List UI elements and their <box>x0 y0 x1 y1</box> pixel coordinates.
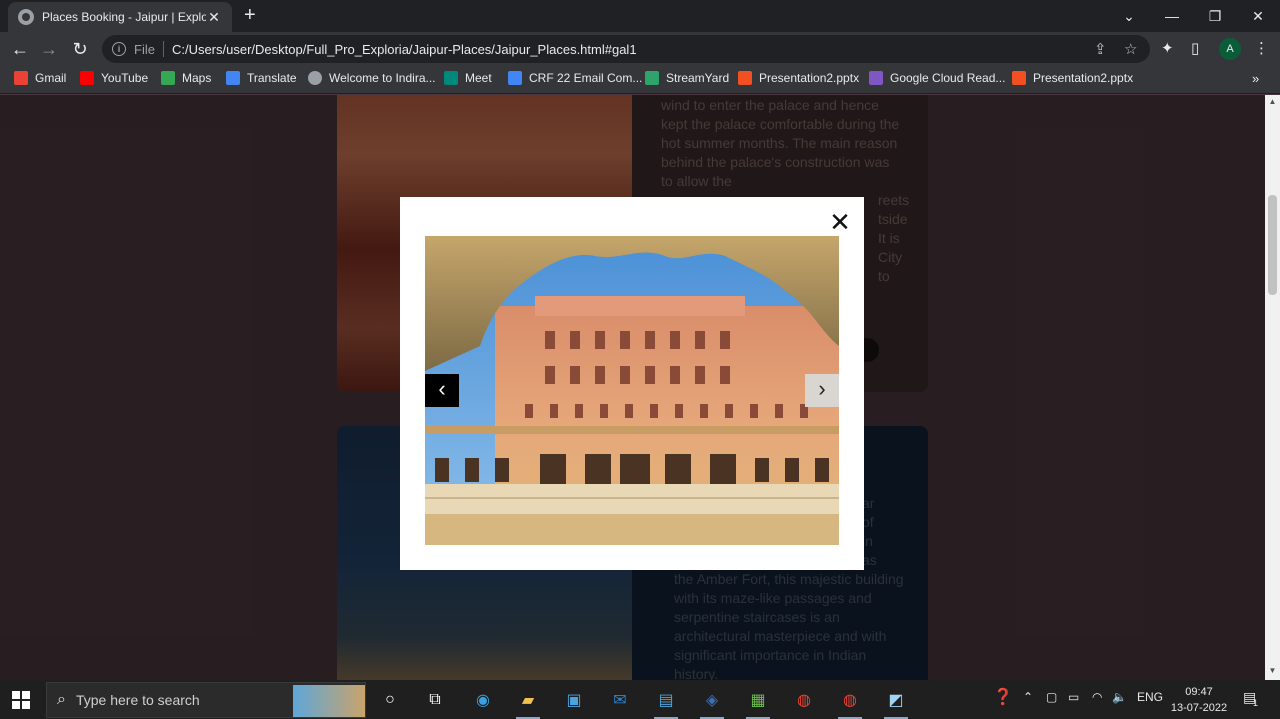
bookmark-presentation2-b[interactable]: Presentation2.pptx <box>1012 71 1133 85</box>
gmail-icon <box>14 71 28 85</box>
new-tab-button[interactable]: + <box>244 5 256 25</box>
bookmark-youtube[interactable]: YouTube <box>80 71 148 85</box>
bookmark-meet[interactable]: Meet <box>444 71 492 85</box>
wifi-icon[interactable]: ◠ <box>1092 690 1102 704</box>
office-icon <box>1012 71 1026 85</box>
reload-button[interactable]: ↻ <box>69 38 91 60</box>
bookmark-maps[interactable]: Maps <box>161 71 211 85</box>
windows-start-icon[interactable] <box>12 691 30 709</box>
back-button[interactable]: ← <box>9 38 31 60</box>
bookmark-gmail[interactable]: Gmail <box>14 71 66 85</box>
bookmarks-overflow-icon[interactable]: » <box>1252 71 1259 86</box>
site-icon <box>308 71 322 85</box>
address-bar[interactable]: i File C:/Users/user/Desktop/Full_Pro_Ex… <box>102 35 1150 63</box>
scroll-up-arrow-icon[interactable]: ▲ <box>1265 97 1280 109</box>
browser-toolbar: ← → ↻ i File C:/Users/user/Desktop/Full_… <box>0 32 1280 66</box>
cortana-icon[interactable]: ○ <box>375 685 405 715</box>
edge-icon[interactable]: ◉ <box>468 685 498 715</box>
hawa-mahal-photo <box>425 236 839 545</box>
cloud-icon <box>869 71 883 85</box>
docs-icon <box>508 71 522 85</box>
notification-count: 1 <box>1253 698 1259 708</box>
tray-expand-icon[interactable]: ⌃ <box>1023 690 1033 704</box>
bookmark-crf[interactable]: CRF 22 Email Com... <box>508 71 642 85</box>
mail-icon[interactable]: ✉ <box>605 685 635 715</box>
close-window-button[interactable]: ✕ <box>1236 0 1280 32</box>
scroll-down-arrow-icon[interactable]: ▼ <box>1265 666 1280 678</box>
globe-icon <box>18 9 34 25</box>
clock-time: 09:47 <box>1185 686 1213 698</box>
menu-kebab-icon[interactable]: ⋮ <box>1254 39 1269 57</box>
gallery-photo <box>425 236 839 545</box>
battery-icon[interactable]: ▭ <box>1068 690 1079 704</box>
chrome-icon[interactable]: ◍ <box>789 685 819 715</box>
bookmarks-bar: Gmail YouTube Maps Translate Welcome to … <box>0 66 1280 94</box>
bookmark-google-cloud[interactable]: Google Cloud Read... <box>869 71 1005 85</box>
youtube-icon <box>80 71 94 85</box>
page-scrollbar[interactable]: ▲ ▼ <box>1265 95 1280 680</box>
tab-title: Places Booking - Jaipur | Exploria <box>42 10 206 24</box>
modal-close-button[interactable]: ✕ <box>826 208 854 236</box>
omnibox-divider <box>162 41 164 57</box>
restore-button[interactable]: ❐ <box>1193 0 1237 32</box>
gallery-next-button[interactable]: › <box>805 374 839 407</box>
maps-icon <box>161 71 175 85</box>
tab-search-dropdown-icon[interactable]: ⌄ <box>1107 0 1151 32</box>
clock-date: 13-07-2022 <box>1170 702 1228 714</box>
bookmark-translate[interactable]: Translate <box>226 71 297 85</box>
store-icon[interactable]: ▣ <box>559 685 589 715</box>
vscode-icon[interactable]: ◈ <box>697 685 727 719</box>
bookmark-streamyard[interactable]: StreamYard <box>645 71 729 85</box>
bookmark-presentation2[interactable]: Presentation2.pptx <box>738 71 859 85</box>
bookmark-star-icon[interactable]: ☆ <box>1124 40 1137 58</box>
app-window-icon[interactable]: ◩ <box>881 685 911 719</box>
file-explorer-icon[interactable]: ▰ <box>513 685 543 719</box>
task-view-icon[interactable]: ⧉ <box>420 685 450 715</box>
volume-icon[interactable]: 🔈 <box>1112 690 1127 704</box>
taskbar: ⌕ Type here to search ○ ⧉ ◉ ▰ ▣ ✉ ▤ ◈ ▦ … <box>0 680 1280 719</box>
url-text[interactable]: C:/Users/user/Desktop/Full_Pro_Exploria/… <box>172 42 637 57</box>
forward-button[interactable]: → <box>38 38 60 60</box>
profile-avatar[interactable]: A <box>1219 38 1241 60</box>
extensions-icon[interactable]: ✦ <box>1161 39 1174 57</box>
gallery-prev-button[interactable]: ‹ <box>425 374 459 407</box>
notepad-icon[interactable]: ▦ <box>743 685 773 719</box>
search-highlight-image <box>293 685 365 717</box>
streamyard-icon <box>645 71 659 85</box>
taskbar-search-box[interactable]: ⌕ Type here to search <box>46 682 366 718</box>
minimize-button[interactable]: — <box>1150 0 1194 32</box>
tab-close-icon[interactable]: ✕ <box>206 9 222 26</box>
app-icon[interactable]: ▤ <box>651 685 681 719</box>
meet-now-icon[interactable]: ▢ <box>1046 690 1057 704</box>
share-icon[interactable]: ⇪ <box>1094 40 1107 58</box>
office-icon <box>738 71 752 85</box>
bookmark-indira[interactable]: Welcome to Indira... <box>308 71 436 85</box>
meet-icon <box>444 71 458 85</box>
chrome-active-icon[interactable]: ◍ <box>835 685 865 719</box>
search-icon: ⌕ <box>57 691 66 708</box>
browser-titlebar: Places Booking - Jaipur | Exploria ✕ + ⌄… <box>0 0 1280 32</box>
info-icon[interactable]: i <box>112 42 126 56</box>
scheme-label: File <box>134 41 155 57</box>
taskbar-clock[interactable]: 09:47 13-07-2022 <box>1170 684 1228 716</box>
language-indicator[interactable]: ENG <box>1137 690 1163 704</box>
scrollbar-thumb[interactable] <box>1268 195 1277 295</box>
taskbar-search-placeholder: Type here to search <box>75 692 200 708</box>
browser-tab[interactable]: Places Booking - Jaipur | Exploria ✕ <box>8 2 232 32</box>
side-panel-icon[interactable]: ▯ <box>1191 39 1199 57</box>
help-icon[interactable]: ❓ <box>993 687 1013 707</box>
translate-icon <box>226 71 240 85</box>
